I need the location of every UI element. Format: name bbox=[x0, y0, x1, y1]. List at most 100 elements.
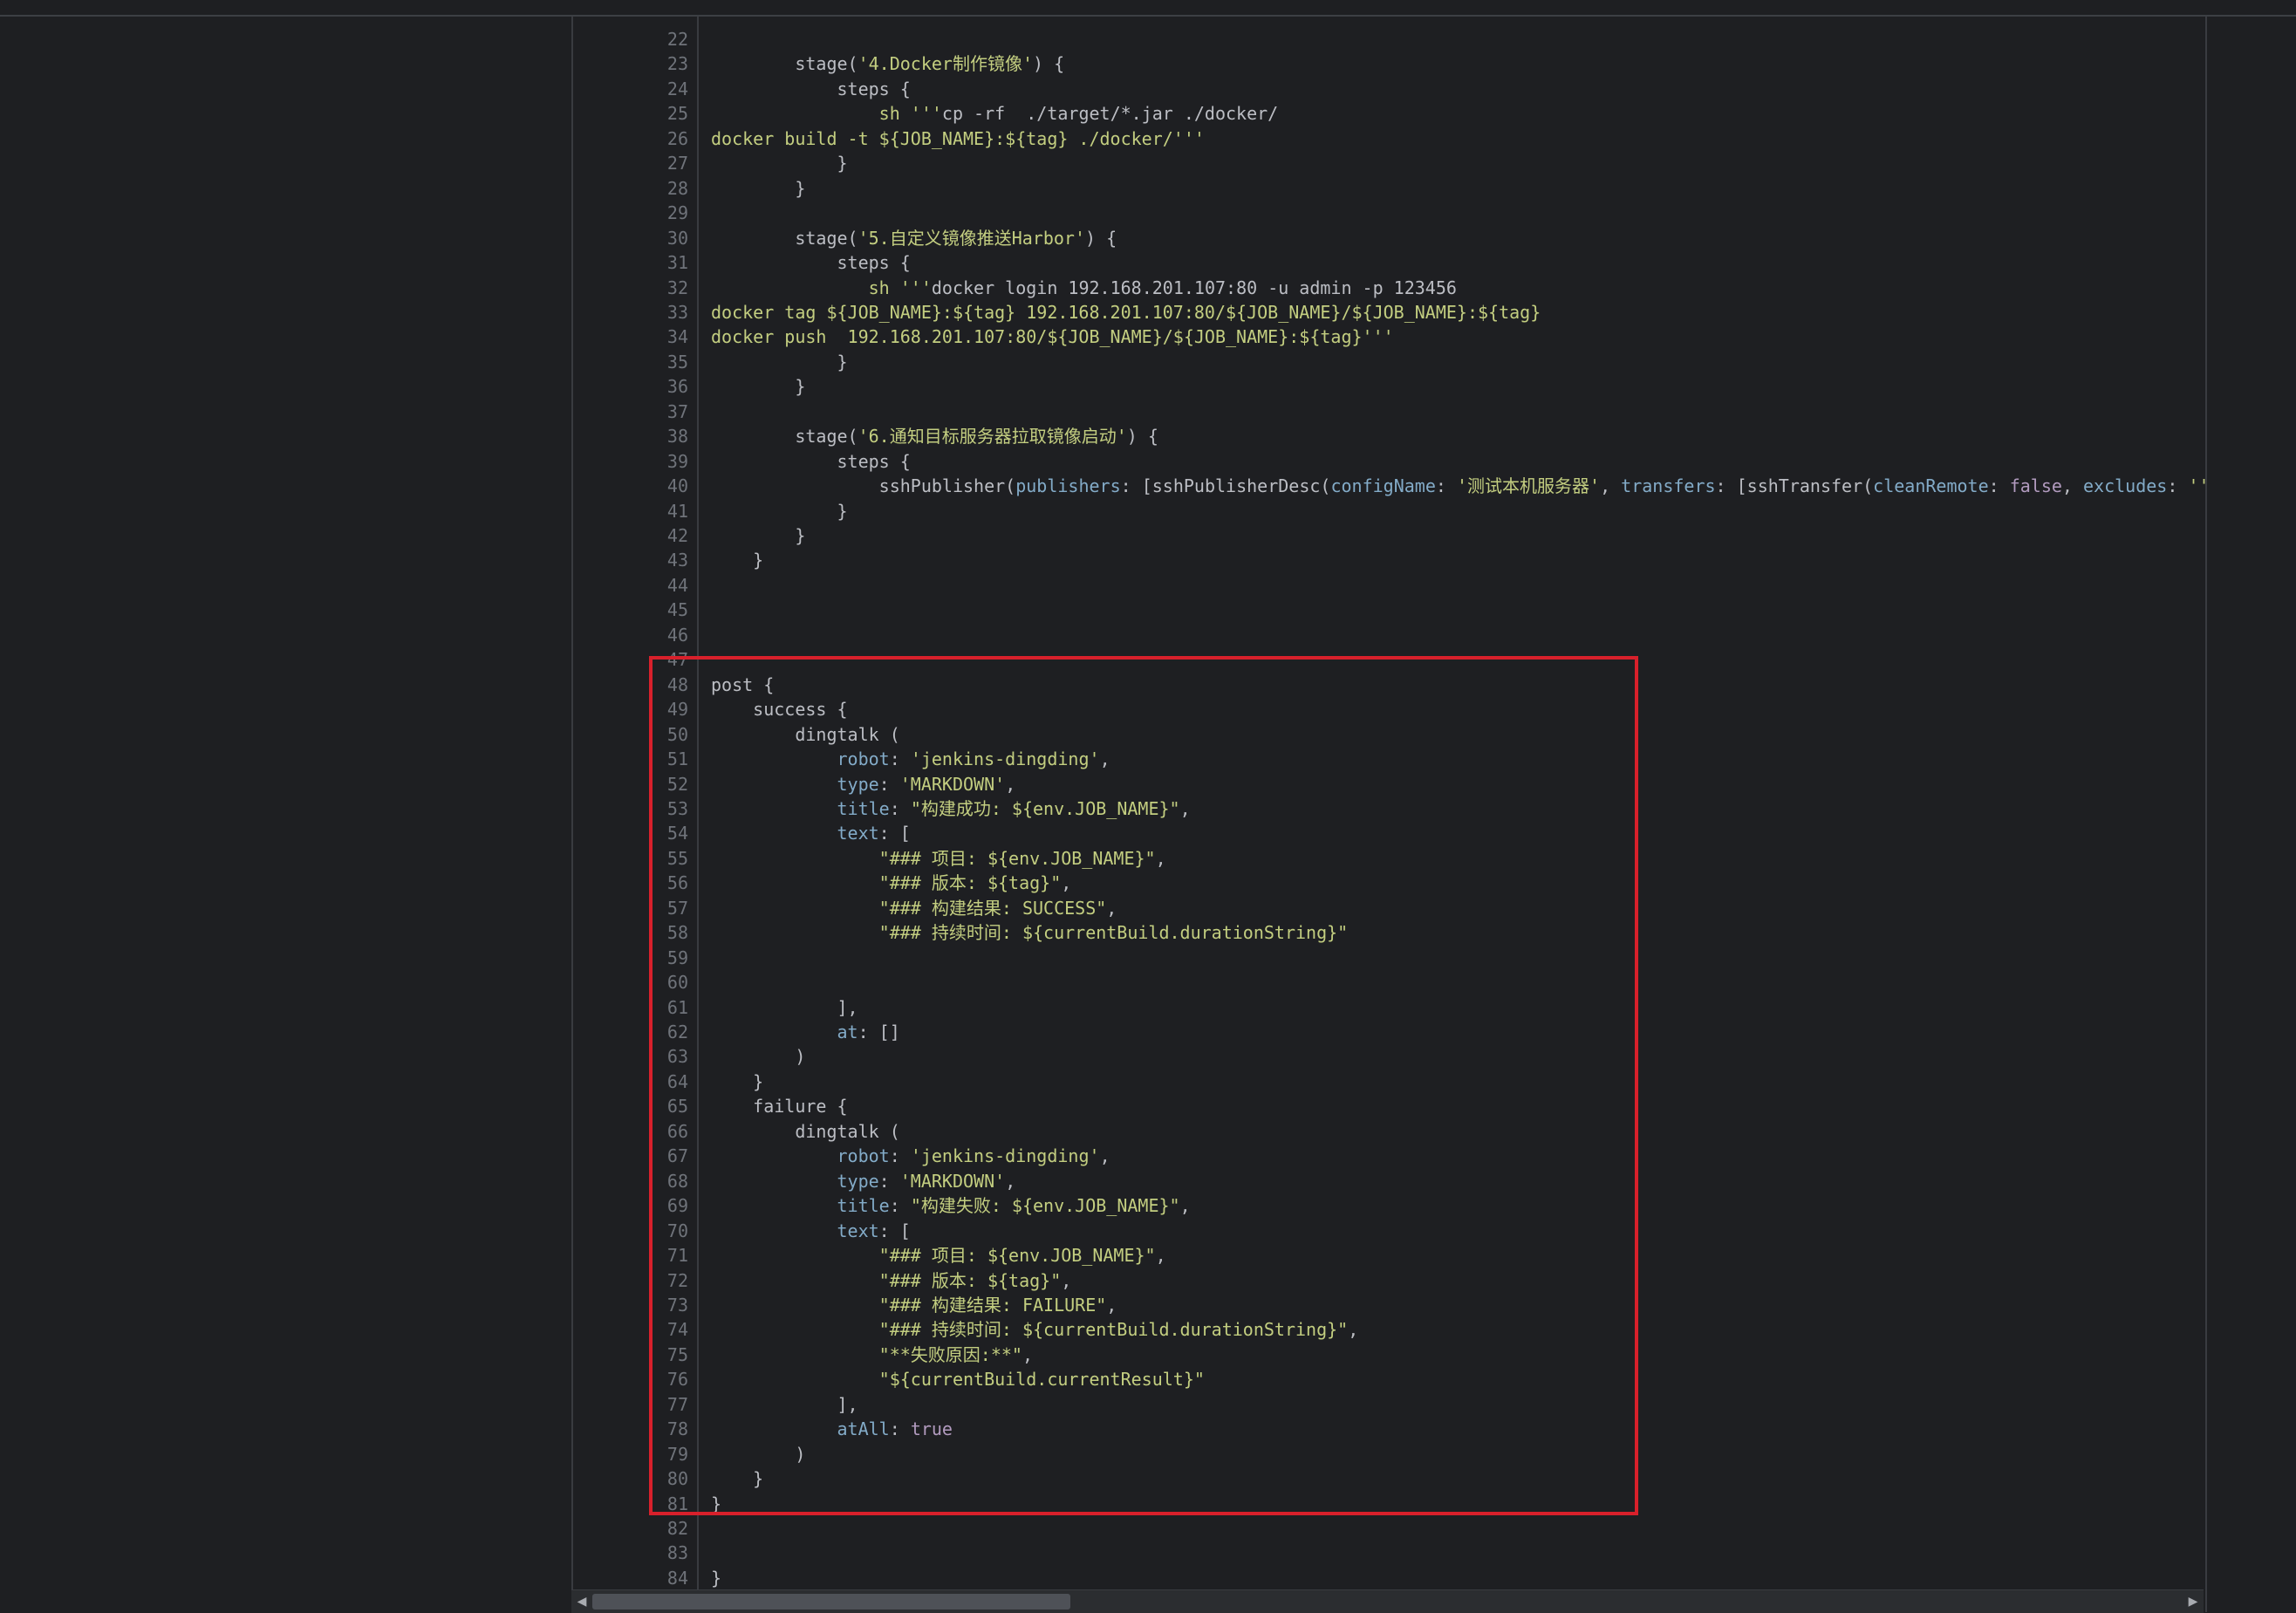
code-line[interactable]: 68 type: 'MARKDOWN', bbox=[573, 1169, 2204, 1193]
code-line[interactable]: 71 "### 项目: ${env.JOB_NAME}", bbox=[573, 1243, 2204, 1268]
scroll-left-arrow-icon[interactable]: ◀ bbox=[575, 1594, 589, 1610]
code-line[interactable]: 48 post { bbox=[573, 673, 2204, 697]
code-line[interactable]: 30 stage('5.自定义镜像推送Harbor') { bbox=[573, 226, 2204, 250]
code-line[interactable]: 54 text: [ bbox=[573, 821, 2204, 845]
code-line[interactable]: 43 } bbox=[573, 548, 2204, 572]
scrollbar-thumb[interactable] bbox=[592, 1594, 1070, 1610]
code-line[interactable]: 23 stage('4.Docker制作镜像') { bbox=[573, 51, 2204, 76]
code-line[interactable]: 42 } bbox=[573, 523, 2204, 548]
code-line[interactable]: 40 sshPublisher(publishers: [sshPublishe… bbox=[573, 474, 2205, 498]
code-line[interactable]: 33 docker tag ${JOB_NAME}:${tag} 192.168.… bbox=[573, 300, 2204, 325]
code-line[interactable]: 75 "**失败原因:**", bbox=[573, 1343, 2204, 1367]
code-line[interactable]: 46 bbox=[573, 623, 2204, 647]
line-code: "### 持续时间: ${currentBuild.durationString… bbox=[878, 1319, 1359, 1340]
line-code: steps { bbox=[711, 451, 911, 472]
line-code: "### 持续时间: ${currentBuild.durationString… bbox=[878, 922, 1349, 943]
code-line[interactable]: 72 "### 版本: ${tag}", bbox=[573, 1268, 2204, 1293]
line-code: sh '''docker login 192.168.201.107:80 -u… bbox=[711, 277, 1457, 298]
line-number: 37 bbox=[666, 401, 688, 422]
code-line[interactable]: 77 ], bbox=[573, 1392, 2204, 1417]
code-line[interactable]: 81} bbox=[573, 1492, 2204, 1516]
line-number: 69 bbox=[666, 1195, 688, 1216]
code-line[interactable]: 65 failure { bbox=[573, 1094, 2204, 1118]
code-line[interactable]: 60 bbox=[573, 970, 2204, 994]
code-line[interactable]: 38 stage('6.通知目标服务器拉取镜像启动') { bbox=[573, 424, 2204, 448]
code-line[interactable]: 56 "### 版本: ${tag}", bbox=[573, 871, 2204, 895]
scroll-right-arrow-icon[interactable]: ▶ bbox=[2186, 1594, 2200, 1610]
code-line[interactable]: 39 steps { bbox=[573, 449, 2204, 474]
line-number: 32 bbox=[666, 277, 688, 298]
code-line[interactable]: 84} bbox=[573, 1566, 2204, 1590]
line-number: 34 bbox=[666, 326, 688, 347]
code-line[interactable]: 57 "### 构建结果: SUCCESS", bbox=[573, 896, 2204, 920]
code-editor[interactable]: 22 23 stage('4.Docker制作镜像') {24 steps {25… bbox=[571, 17, 2207, 1612]
code-line[interactable]: 45 bbox=[573, 598, 2204, 622]
code-line[interactable]: 51 robot: 'jenkins-dingding', bbox=[573, 747, 2204, 771]
line-number: 77 bbox=[666, 1394, 688, 1415]
code-line[interactable]: 69 title: "构建失败: ${env.JOB_NAME}", bbox=[573, 1193, 2204, 1218]
line-code: "### 构建结果: SUCCESS", bbox=[878, 898, 1117, 919]
horizontal-scrollbar[interactable]: ◀ ▶ bbox=[571, 1589, 2204, 1613]
code-line[interactable]: 83 bbox=[573, 1541, 2204, 1565]
line-code: } bbox=[711, 525, 806, 546]
line-code: title: "构建失败: ${env.JOB_NAME}", bbox=[837, 1195, 1191, 1216]
code-line[interactable]: 80 } bbox=[573, 1466, 2204, 1491]
right-side-panel bbox=[2204, 17, 2296, 1612]
line-number: 67 bbox=[666, 1145, 688, 1166]
code-line[interactable]: 29 bbox=[573, 201, 2204, 225]
line-number: 44 bbox=[666, 575, 688, 596]
line-code: } bbox=[711, 1468, 764, 1489]
line-number: 74 bbox=[666, 1319, 688, 1340]
code-line[interactable]: 36 } bbox=[573, 374, 2204, 399]
line-code: docker push 192.168.201.107:80/${JOB_NAM… bbox=[711, 326, 1394, 347]
code-line[interactable]: 34 docker push 192.168.201.107:80/${JOB_N… bbox=[573, 325, 2204, 349]
line-number: 64 bbox=[666, 1071, 688, 1092]
code-line[interactable]: 73 "### 构建结果: FAILURE", bbox=[573, 1293, 2204, 1317]
line-number: 50 bbox=[666, 724, 688, 745]
code-line[interactable]: 27 } bbox=[573, 151, 2204, 175]
code-line[interactable]: 28 } bbox=[573, 176, 2204, 201]
line-code: ], bbox=[711, 1394, 858, 1415]
code-line[interactable]: 53 title: "构建成功: ${env.JOB_NAME}", bbox=[573, 796, 2204, 821]
code-line[interactable]: 24 steps { bbox=[573, 77, 2204, 101]
code-line[interactable]: 52 type: 'MARKDOWN', bbox=[573, 772, 2204, 796]
code-line[interactable]: 61 ], bbox=[573, 995, 2204, 1020]
code-line[interactable]: 26 docker build -t ${JOB_NAME}:${tag} ./d… bbox=[573, 126, 2204, 151]
code-line[interactable]: 32 sh '''docker login 192.168.201.107:80… bbox=[573, 276, 2204, 300]
code-line[interactable]: 76 "${currentBuild.currentResult}" bbox=[573, 1367, 2204, 1391]
line-number: 83 bbox=[666, 1542, 688, 1563]
code-line[interactable]: 22 bbox=[573, 27, 2204, 51]
code-line[interactable]: 64 } bbox=[573, 1070, 2204, 1094]
code-line[interactable]: 31 steps { bbox=[573, 250, 2204, 275]
code-line[interactable]: 25 sh '''cp -rf ./target/*.jar ./docker/ bbox=[573, 101, 2204, 126]
line-number: 84 bbox=[666, 1568, 688, 1589]
code-line[interactable]: 47 bbox=[573, 647, 2204, 672]
line-number: 80 bbox=[666, 1468, 688, 1489]
code-line[interactable]: 41 } bbox=[573, 499, 2204, 523]
code-line[interactable]: 74 "### 持续时间: ${currentBuild.durationStr… bbox=[573, 1317, 2204, 1342]
code-line[interactable]: 67 robot: 'jenkins-dingding', bbox=[573, 1144, 2204, 1168]
code-line[interactable]: 70 text: [ bbox=[573, 1219, 2204, 1243]
code-line[interactable]: 59 bbox=[573, 946, 2204, 970]
code-line[interactable]: 66 dingtalk ( bbox=[573, 1119, 2204, 1144]
line-code: type: 'MARKDOWN', bbox=[837, 1171, 1016, 1192]
line-number: 63 bbox=[666, 1046, 688, 1067]
line-code: "### 项目: ${env.JOB_NAME}", bbox=[878, 1245, 1166, 1266]
code-line[interactable]: 49 success { bbox=[573, 697, 2204, 721]
code-line[interactable]: 63 ) bbox=[573, 1044, 2204, 1069]
line-number: 42 bbox=[666, 525, 688, 546]
line-code: stage('4.Docker制作镜像') { bbox=[711, 53, 1065, 74]
code-line[interactable]: 50 dingtalk ( bbox=[573, 722, 2204, 747]
code-line[interactable]: 82 bbox=[573, 1516, 2204, 1541]
line-code: robot: 'jenkins-dingding', bbox=[837, 748, 1110, 769]
code-line[interactable]: 78 atAll: true bbox=[573, 1417, 2204, 1441]
code-line[interactable]: 62 at: [] bbox=[573, 1020, 2204, 1044]
line-number: 76 bbox=[666, 1369, 688, 1390]
code-line[interactable]: 55 "### 项目: ${env.JOB_NAME}", bbox=[573, 846, 2204, 871]
code-line[interactable]: 35 } bbox=[573, 350, 2204, 374]
code-line[interactable]: 79 ) bbox=[573, 1442, 2204, 1466]
code-line[interactable]: 37 bbox=[573, 400, 2204, 424]
code-line[interactable]: 44 bbox=[573, 573, 2204, 598]
line-code: "**失败原因:**", bbox=[878, 1344, 1033, 1365]
code-line[interactable]: 58 "### 持续时间: ${currentBuild.durationStr… bbox=[573, 920, 2204, 945]
